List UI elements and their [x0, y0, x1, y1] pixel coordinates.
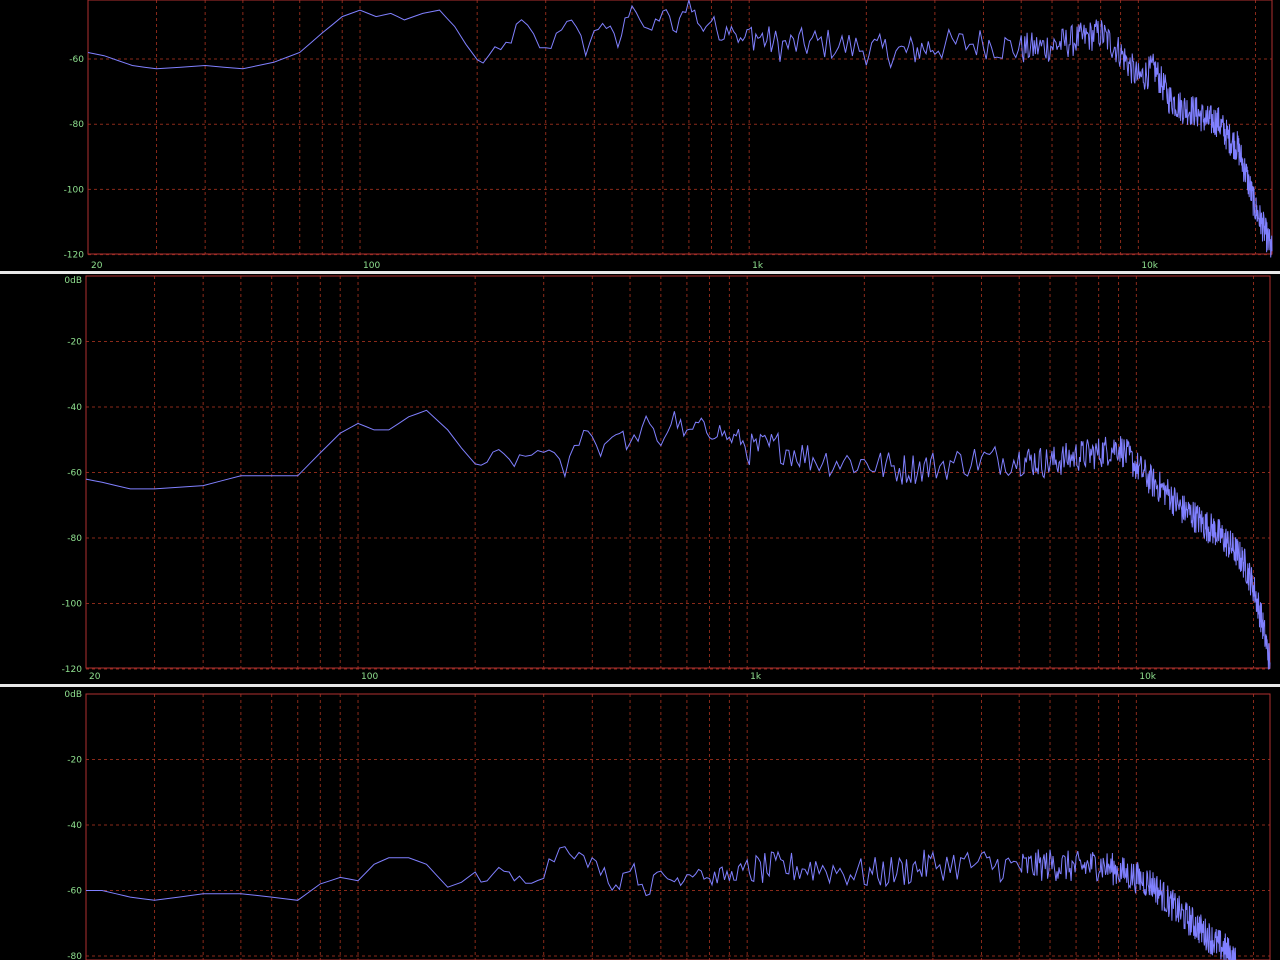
plot-frame: [85, 275, 1271, 669]
grid: [86, 275, 1270, 670]
spectrum-plot-top: -60 -80 -100 -120 20 100 1k 10k: [64, 0, 1273, 271]
y-tick-label: -120: [64, 251, 85, 261]
y-tick-label: -80: [67, 534, 82, 544]
plot-frame: [87, 0, 1273, 255]
x-tick-label: 20: [91, 261, 103, 271]
spectrum-trace: [85, 409, 1271, 670]
y-tick-label: -80: [69, 120, 84, 130]
y-tick-label: -60: [67, 887, 82, 897]
spectrum-panel-bottom: 0dB -20 -40 -60 -80: [0, 687, 1278, 960]
grid: [88, 0, 1272, 256]
y-tick-label: -120: [62, 665, 83, 675]
y-tick-label: 0dB: [64, 690, 82, 700]
spectrum-trace: [87, 0, 1273, 258]
x-tick-label: 100: [361, 672, 378, 682]
grid: [86, 693, 1270, 960]
x-tick-label: 1k: [752, 261, 764, 271]
y-tick-label: -80: [67, 952, 82, 960]
y-tick-label: -60: [69, 55, 84, 65]
x-tick-label: 1k: [750, 672, 762, 682]
spectrum-panel-middle: 0dB -20 -40 -60 -80 -100 -120 20 100 1k 10k: [0, 274, 1278, 684]
y-tick-label: -20: [67, 338, 82, 348]
x-tick-label: 20: [89, 672, 101, 682]
y-tick-label: -40: [67, 403, 82, 413]
x-tick-label: 10k: [1141, 261, 1158, 271]
spectrum-analyzer-window: -60 -80 -100 -120 20 100 1k 10k 0dB -20 -40 -60 -80…: [0, 0, 1280, 960]
y-tick-label: -60: [67, 469, 82, 479]
y-tick-label: -40: [67, 821, 82, 831]
plot-frame: [85, 693, 1271, 960]
y-tick-label: 0dB: [64, 276, 82, 286]
y-tick-label: -100: [62, 600, 83, 610]
y-tick-label: -100: [64, 185, 85, 195]
x-tick-label: 100: [363, 261, 380, 271]
spectrum-plot-bottom: 0dB -20 -40 -60 -80: [64, 690, 1271, 960]
x-tick-label: 10k: [1139, 672, 1156, 682]
y-tick-label: -20: [67, 756, 82, 766]
spectrum-plot-middle: 0dB -20 -40 -60 -80 -100 -120 20 100 1k 10k: [62, 275, 1271, 682]
spectrum-panel-top: -60 -80 -100 -120 20 100 1k 10k: [0, 0, 1278, 271]
